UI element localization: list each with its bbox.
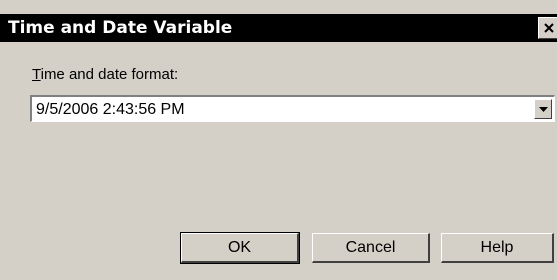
close-icon xyxy=(544,23,554,33)
help-button[interactable]: Help xyxy=(441,233,554,263)
ok-button[interactable]: OK xyxy=(180,232,300,264)
dialog-title: Time and Date Variable xyxy=(8,18,233,38)
format-select-value: 9/5/2006 2:43:56 PM xyxy=(36,101,185,118)
format-select[interactable]: 9/5/2006 2:43:56 PM xyxy=(30,95,555,122)
format-label-mnemonic: T xyxy=(32,66,41,83)
format-label: Time and date format: xyxy=(32,66,178,84)
dropdown-button[interactable] xyxy=(534,99,552,119)
chevron-down-icon xyxy=(539,107,548,112)
title-bar[interactable]: Time and Date Variable xyxy=(0,14,557,42)
cancel-button[interactable]: Cancel xyxy=(312,233,430,263)
close-button[interactable] xyxy=(538,17,557,39)
format-label-text: ime and date format: xyxy=(40,66,179,83)
time-date-variable-dialog: Time and Date Variable Time and date for… xyxy=(0,0,557,280)
